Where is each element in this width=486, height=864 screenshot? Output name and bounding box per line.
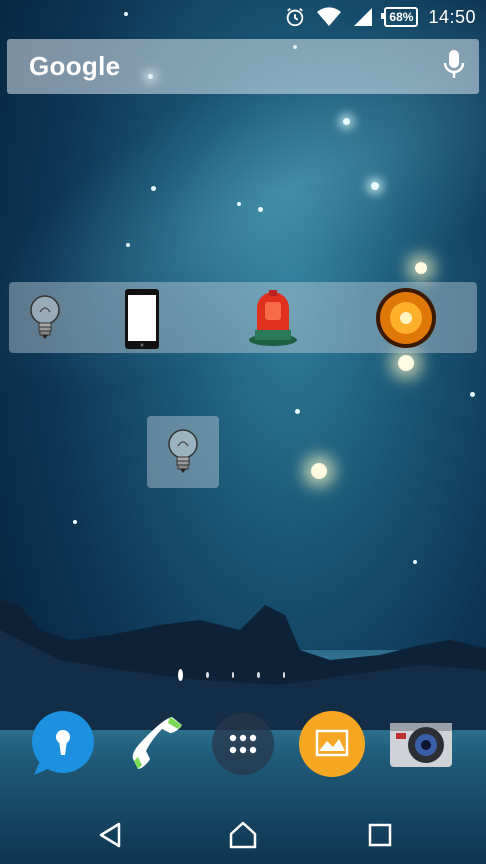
battery-icon: 68% — [381, 7, 419, 27]
page-indicator — [178, 668, 308, 682]
back-icon[interactable] — [95, 820, 125, 850]
page-dot-2[interactable] — [206, 672, 209, 678]
page-dot-4[interactable] — [257, 672, 260, 678]
mountain-silhouette — [0, 600, 486, 730]
app-drawer-icon[interactable] — [210, 711, 276, 777]
home-screen: 68% 14:50 Google — [0, 0, 486, 864]
flashlight-widget[interactable] — [147, 416, 219, 488]
gallery-icon[interactable] — [299, 711, 365, 777]
wifi-icon — [316, 6, 342, 28]
lightbulb-icon[interactable] — [13, 286, 77, 350]
phone-screen-icon[interactable] — [110, 286, 174, 350]
page-dot-1[interactable] — [178, 669, 183, 681]
home-icon[interactable] — [228, 820, 258, 850]
page-dot-5[interactable] — [282, 672, 285, 678]
status-time: 14:50 — [428, 6, 476, 27]
flashlight-widget-bar — [9, 282, 477, 353]
phone-handset-icon[interactable] — [122, 711, 188, 777]
keyhole-chat-icon[interactable] — [30, 711, 96, 777]
google-search-bar[interactable]: Google — [7, 39, 479, 94]
orange-beacon-icon[interactable] — [374, 286, 438, 350]
camera-icon[interactable] — [388, 711, 454, 777]
microphone-icon[interactable] — [443, 49, 465, 84]
page-dot-3[interactable] — [231, 672, 234, 678]
recents-icon[interactable] — [365, 820, 395, 850]
alarm-icon — [284, 6, 306, 28]
navigation-bar — [0, 804, 486, 864]
google-label: Google — [29, 51, 121, 81]
cell-signal-icon — [352, 6, 374, 28]
lightbulb-icon — [151, 420, 215, 489]
status-bar: 68% 14:50 — [0, 0, 486, 34]
siren-light-icon[interactable] — [241, 286, 305, 350]
battery-percent: 68% — [389, 10, 414, 24]
